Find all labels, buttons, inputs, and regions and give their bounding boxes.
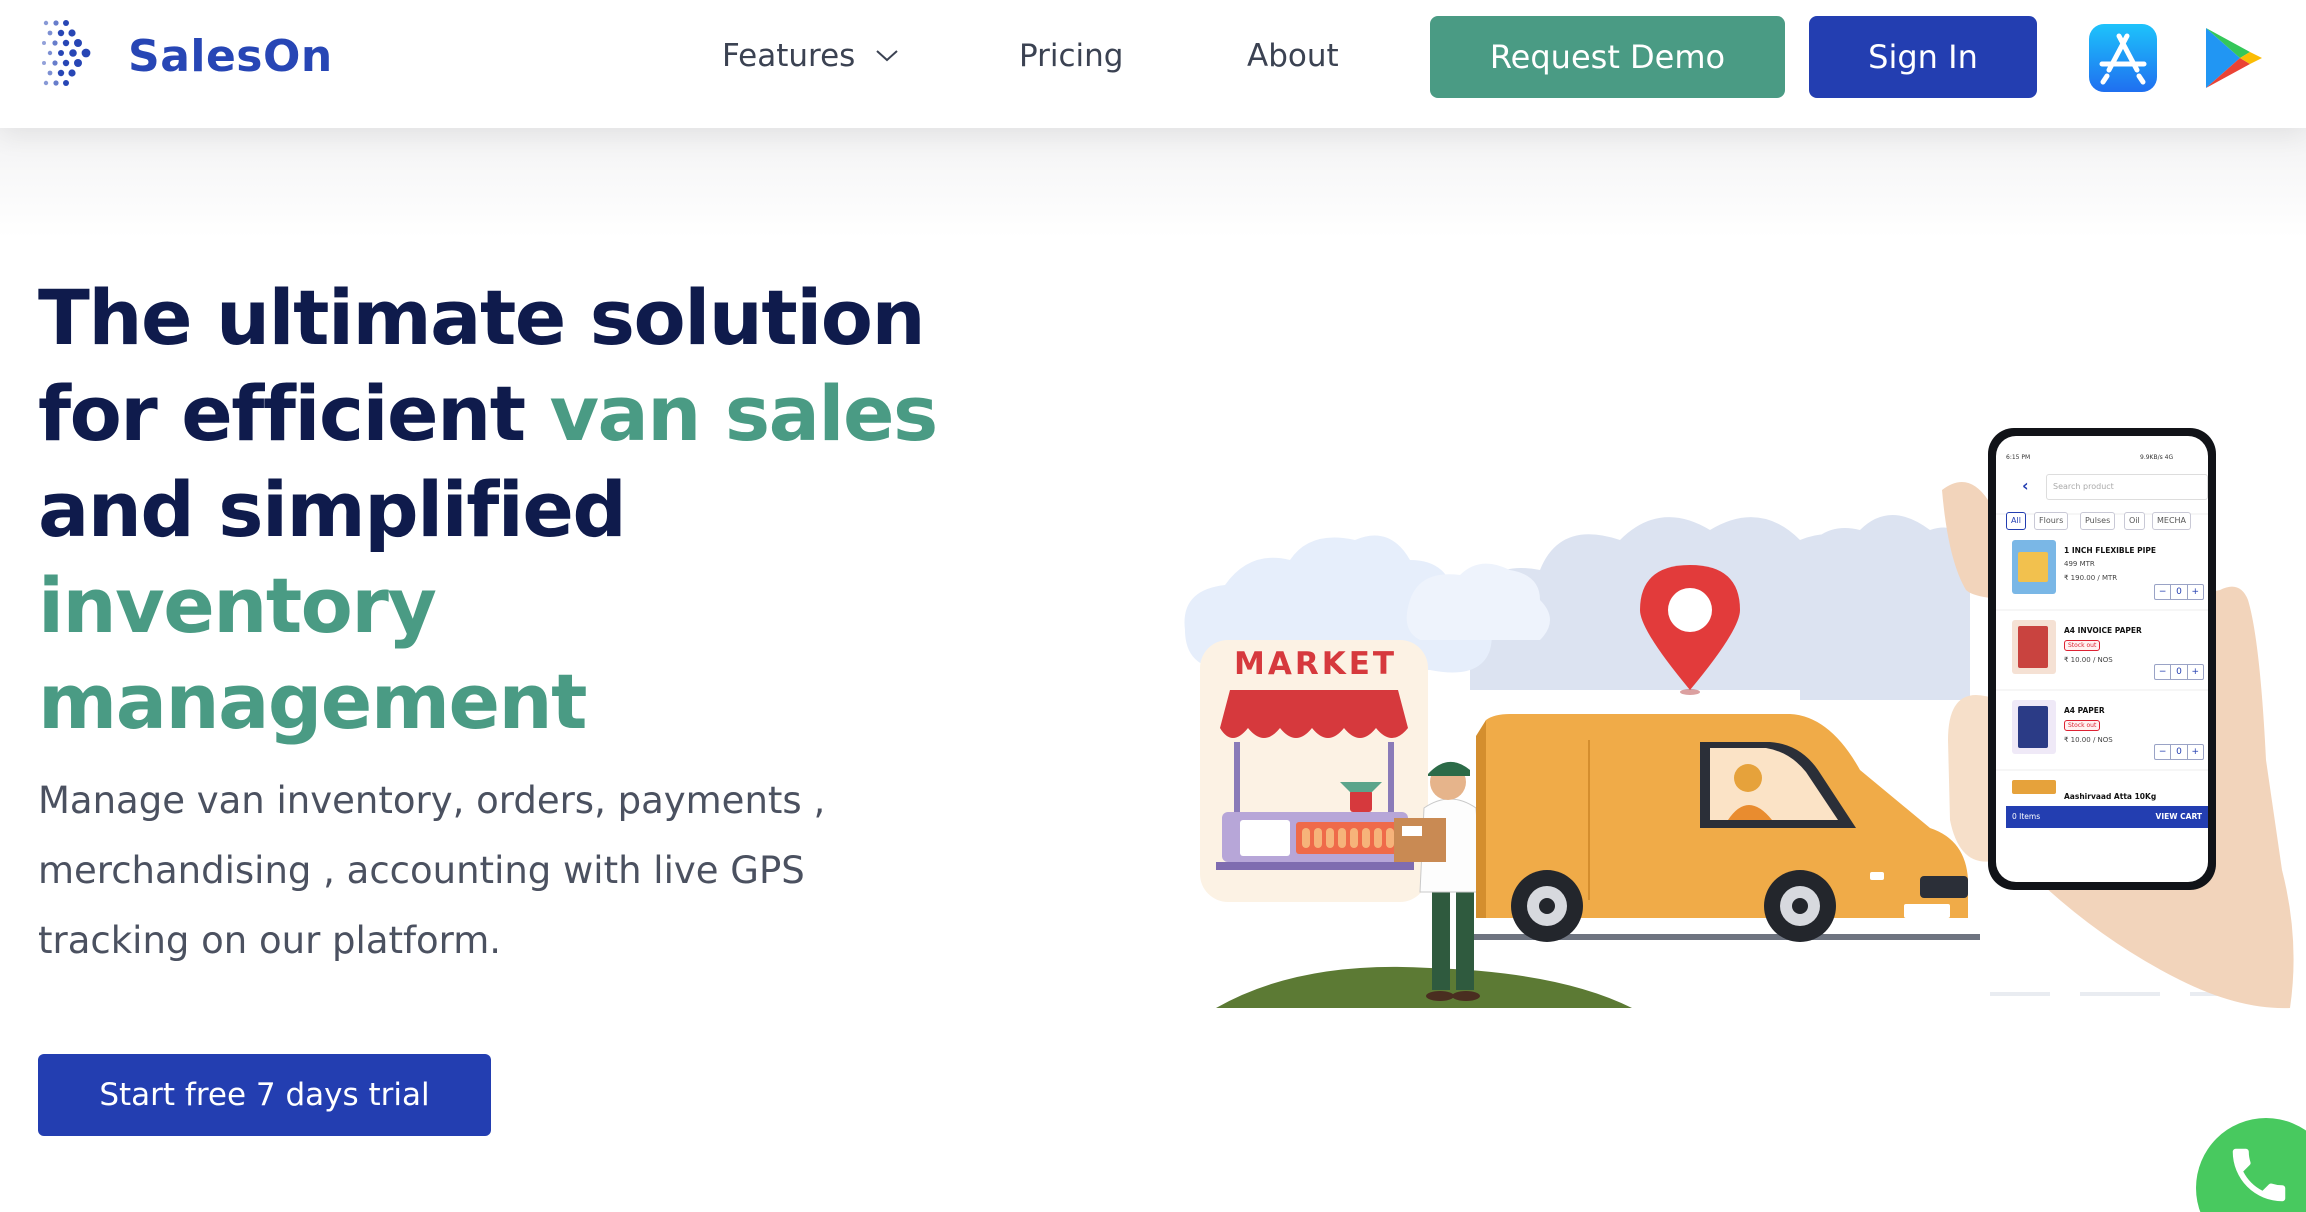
phone-status-network: 9.9KB/s 4G [2140, 454, 2174, 461]
phone-category-chip: All [2006, 512, 2026, 530]
nav-features-label: Features [722, 38, 856, 74]
app-store-icon[interactable] [2087, 22, 2159, 94]
phone-product-price: ₹ 10.00 / NOS [2064, 736, 2113, 744]
phone-qty-stepper: −0 + [2154, 584, 2204, 600]
phone-product-name: A4 PAPER [2064, 706, 2105, 715]
nav-features[interactable]: Features [722, 34, 899, 78]
brand-logo[interactable]: SalesOn [36, 16, 333, 96]
phone-qty-stepper: −0 + [2154, 664, 2204, 680]
market-sign: MARKET [1234, 646, 1398, 682]
phone-product-stock: Stock out [2064, 720, 2101, 731]
phone-qty-value: 0 [2170, 585, 2186, 599]
phone-qty-stepper: −0 + [2154, 744, 2204, 760]
nav-about[interactable]: About [1247, 34, 1339, 78]
headline-highlight-van-sales: van sales [549, 369, 938, 458]
phone-product-price: ₹ 10.00 / NOS [2064, 656, 2113, 664]
phone-category-chip: Pulses [2080, 512, 2116, 530]
phone-cart-count: 0 Items [2012, 812, 2041, 821]
hero-subtitle: Manage van inventory, orders, payments ,… [38, 779, 826, 962]
phone-category-chip: Oil [2124, 512, 2145, 530]
phone-product-name: 1 INCH FLEXIBLE PIPE [2064, 546, 2157, 555]
site-header: SalesOn Features Pricing About Request D… [0, 0, 2306, 128]
start-trial-button[interactable]: Start free 7 days trial [38, 1054, 491, 1136]
phone-status-time: 6:15 PM [2006, 454, 2031, 461]
floating-call-button[interactable] [2196, 1118, 2306, 1212]
chevron-down-icon [876, 50, 898, 62]
phone-category-chip: MECHA [2152, 512, 2192, 530]
phone-view-cart: VIEW CART [2155, 812, 2202, 821]
phone-search-input: Search product [2046, 474, 2208, 500]
saleson-logo-icon [42, 20, 91, 86]
delivery-van [1476, 714, 1968, 942]
nav-pricing[interactable]: Pricing [1019, 34, 1124, 78]
phone-product-name: Aashirvaad Atta 10Kg [2064, 792, 2157, 801]
hero-headline: The ultimate solution for efficient van … [38, 270, 998, 750]
grass [1216, 966, 1632, 1008]
phone-qty-value: 0 [2170, 665, 2186, 679]
phone-cart-bar: 0 Items VIEW CART [2006, 806, 2208, 828]
brand-name: SalesOn [128, 30, 333, 82]
phone-screen: 6:15 PM 9.9KB/s 4G ‹ Search product All … [1998, 432, 2218, 828]
hero-background [0, 128, 2306, 238]
phone-product-price: ₹ 190.00 / MTR [2064, 574, 2118, 582]
phone-category-chip: Flours [2034, 512, 2069, 530]
request-demo-button[interactable]: Request Demo [1430, 16, 1785, 98]
phone-qty-value: 0 [2170, 745, 2186, 759]
phone-product-name: A4 INVOICE PAPER [2064, 626, 2142, 635]
headline-highlight-inventory: inventory management [38, 561, 588, 746]
sign-in-button[interactable]: Sign In [1809, 16, 2037, 98]
phone-product-stock: Stock out [2064, 640, 2101, 651]
headline-part-2: and simplified [38, 465, 627, 554]
google-play-icon[interactable] [2196, 22, 2268, 94]
back-arrow-icon: ‹ [2022, 476, 2029, 495]
phone-icon [2232, 1148, 2286, 1202]
phone-product-stock: 499 MTR [2064, 560, 2095, 568]
